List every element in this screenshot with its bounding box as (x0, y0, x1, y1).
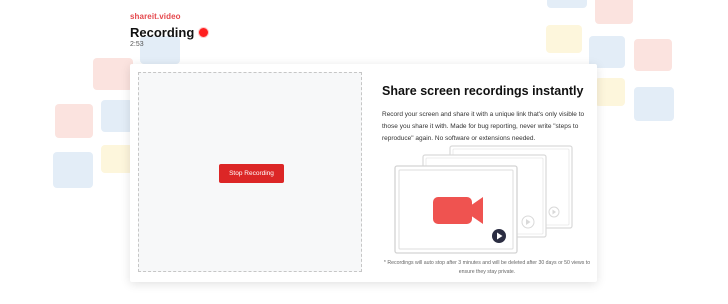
play-icon (492, 229, 506, 243)
background-tile (634, 87, 674, 121)
header: shareit.video Recording 2:53 (130, 12, 210, 48)
title-row: Recording (130, 25, 210, 40)
info-title: Share screen recordings instantly (382, 84, 584, 98)
record-dot-icon (198, 27, 210, 38)
background-tile (53, 152, 93, 188)
background-tile (101, 100, 133, 132)
stop-recording-button[interactable]: Stop Recording (219, 164, 284, 183)
recording-preview-area: Stop Recording (138, 72, 362, 272)
background-tile (595, 78, 625, 106)
background-tile (547, 0, 587, 8)
recordings-illustration (394, 145, 573, 254)
recording-timer: 2:53 (130, 41, 144, 48)
info-description: Record your screen and share it with a u… (382, 111, 585, 142)
background-tile (55, 104, 93, 138)
background-tile (546, 25, 582, 53)
background-tile (595, 0, 633, 24)
brand-logo-text[interactable]: shareit.video (130, 12, 209, 21)
background-tile (93, 58, 133, 90)
main-card: Stop Recording Share screen recordings i… (130, 64, 597, 282)
background-tile (634, 39, 672, 71)
info-panel: Share screen recordings instantly Record… (382, 84, 592, 145)
background-tile (101, 145, 133, 173)
retention-footnote: * Recordings will auto stop after 3 minu… (383, 260, 591, 275)
page-title: Recording (130, 25, 195, 40)
